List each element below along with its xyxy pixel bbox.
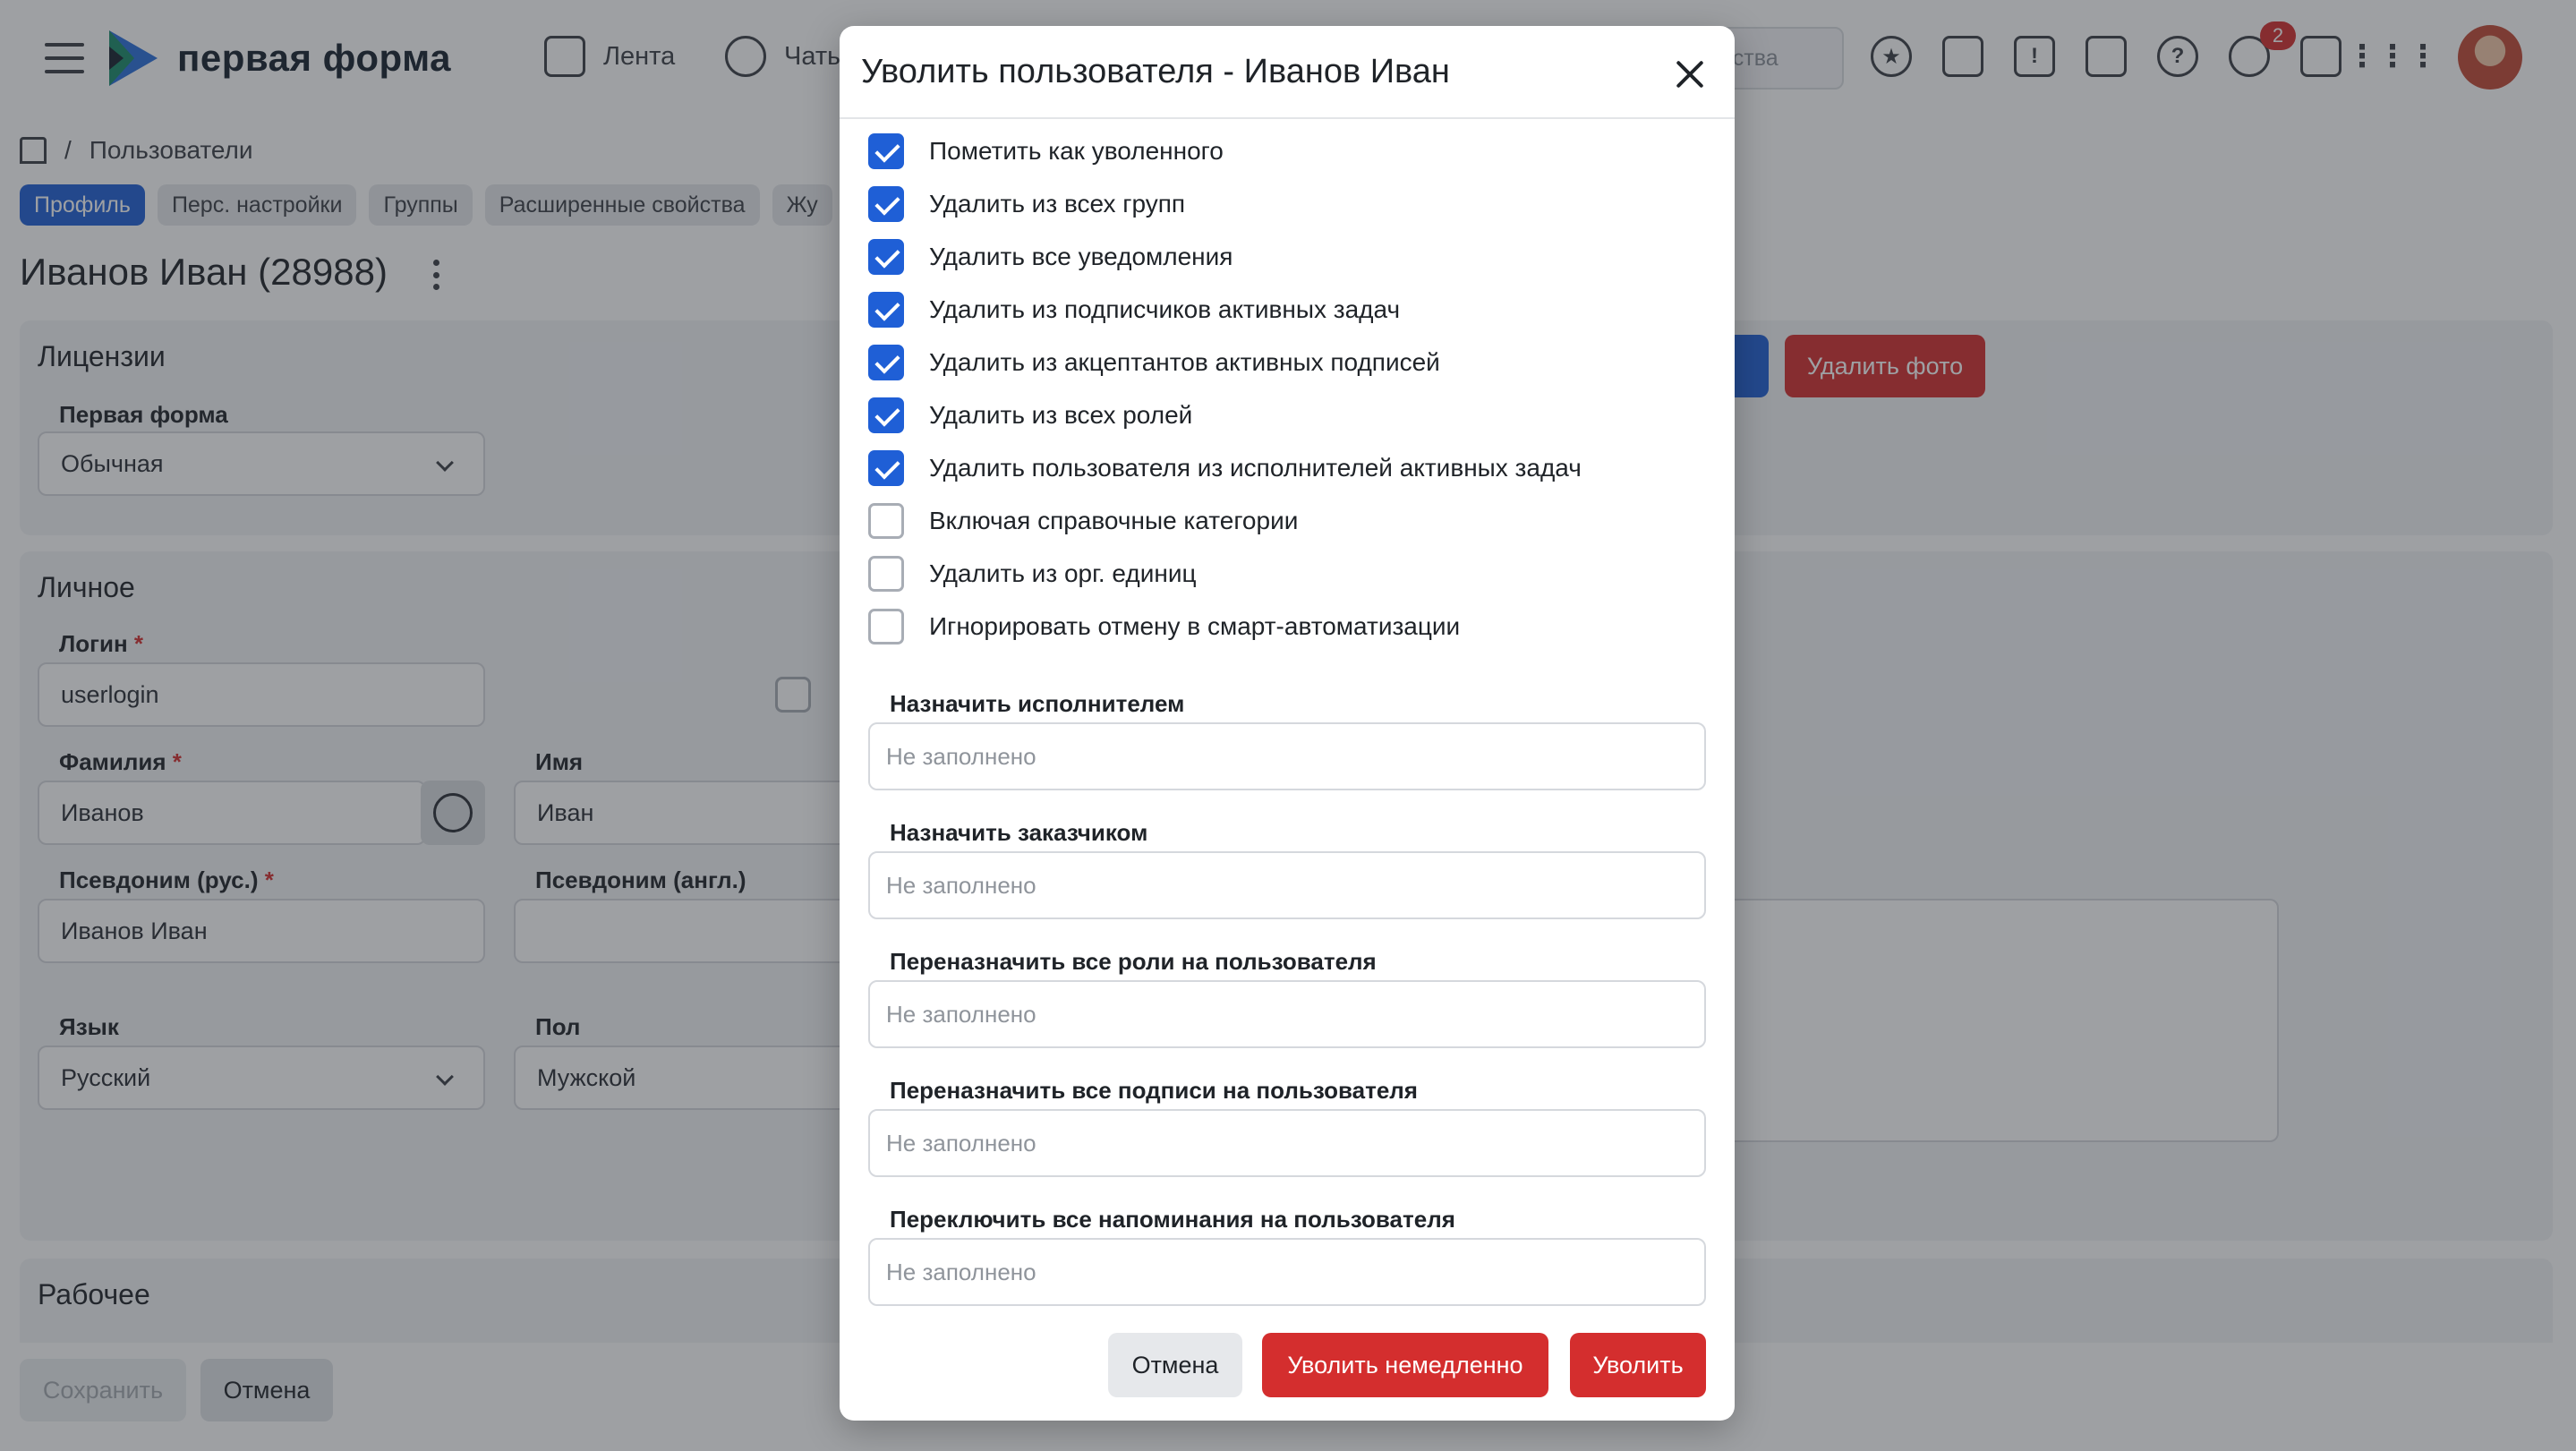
option-include-reference-categories[interactable]: Включая справочные категории <box>868 503 1298 539</box>
switch-reminders-input[interactable]: Не заполнено <box>868 1238 1706 1306</box>
dialog-cancel-button[interactable]: Отмена <box>1108 1333 1242 1397</box>
option-remove-acceptors[interactable]: Удалить из акцептантов активных подписей <box>868 345 1440 380</box>
checkbox[interactable] <box>868 133 904 169</box>
option-label: Удалить все уведомления <box>929 243 1233 270</box>
reassign-roles-input[interactable]: Не заполнено <box>868 980 1706 1048</box>
option-label: Удалить из подписчиков активных задач <box>929 295 1401 323</box>
checkbox[interactable] <box>868 503 904 539</box>
checkbox[interactable] <box>868 450 904 486</box>
reassign-roles-label: Переназначить все роли на пользователя <box>890 948 1377 975</box>
checkbox[interactable] <box>868 397 904 433</box>
option-remove-subscribers[interactable]: Удалить из подписчиков активных задач <box>868 292 1400 328</box>
dialog-header: Уволить пользователя - Иванов Иван <box>840 26 1735 119</box>
option-label: Удалить из всех групп <box>929 190 1186 218</box>
switch-reminders-label: Переключить все напоминания на пользоват… <box>890 1206 1455 1233</box>
option-label: Включая справочные категории <box>929 507 1299 534</box>
assign-executor-label: Назначить исполнителем <box>890 690 1185 717</box>
dismiss-immediately-button[interactable]: Уволить немедленно <box>1262 1333 1548 1397</box>
option-label: Пометить как уволенного <box>929 137 1224 165</box>
assign-customer-input[interactable]: Не заполнено <box>868 851 1706 919</box>
option-label: Удалить из орг. единиц <box>929 559 1197 587</box>
checkbox[interactable] <box>868 345 904 380</box>
assign-customer-label: Назначить заказчиком <box>890 819 1148 846</box>
dialog-title: Уволить пользователя - Иванов Иван <box>861 53 1450 90</box>
dismiss-user-dialog: Уволить пользователя - Иванов Иван Помет… <box>840 26 1735 1421</box>
close-icon[interactable] <box>1672 56 1708 92</box>
assign-executor-input[interactable]: Не заполнено <box>868 722 1706 790</box>
checkbox[interactable] <box>868 239 904 275</box>
option-remove-executors[interactable]: Удалить пользователя из исполнителей акт… <box>868 450 1582 486</box>
checkbox[interactable] <box>868 556 904 592</box>
option-remove-roles[interactable]: Удалить из всех ролей <box>868 397 1192 433</box>
app-root: первая форма Лента Чаты нства ★ ! ? ⋮⋮⋮ … <box>0 0 2576 1451</box>
option-ignore-smart-automation[interactable]: Игнорировать отмену в смарт-автоматизаци… <box>868 609 1460 644</box>
option-remove-org-units[interactable]: Удалить из орг. единиц <box>868 556 1197 592</box>
option-remove-groups[interactable]: Удалить из всех групп <box>868 186 1185 222</box>
option-label: Игнорировать отмену в смарт-автоматизаци… <box>929 612 1461 640</box>
reassign-signatures-label: Переназначить все подписи на пользовател… <box>890 1077 1418 1104</box>
checkbox[interactable] <box>868 186 904 222</box>
option-remove-notifications[interactable]: Удалить все уведомления <box>868 239 1233 275</box>
checkbox[interactable] <box>868 292 904 328</box>
option-mark-dismissed[interactable]: Пометить как уволенного <box>868 133 1224 169</box>
reassign-signatures-input[interactable]: Не заполнено <box>868 1109 1706 1177</box>
option-label: Удалить пользователя из исполнителей акт… <box>929 454 1582 482</box>
checkbox[interactable] <box>868 609 904 644</box>
dismiss-button[interactable]: Уволить <box>1570 1333 1706 1397</box>
option-label: Удалить из акцептантов активных подписей <box>929 348 1440 376</box>
option-label: Удалить из всех ролей <box>929 401 1193 429</box>
